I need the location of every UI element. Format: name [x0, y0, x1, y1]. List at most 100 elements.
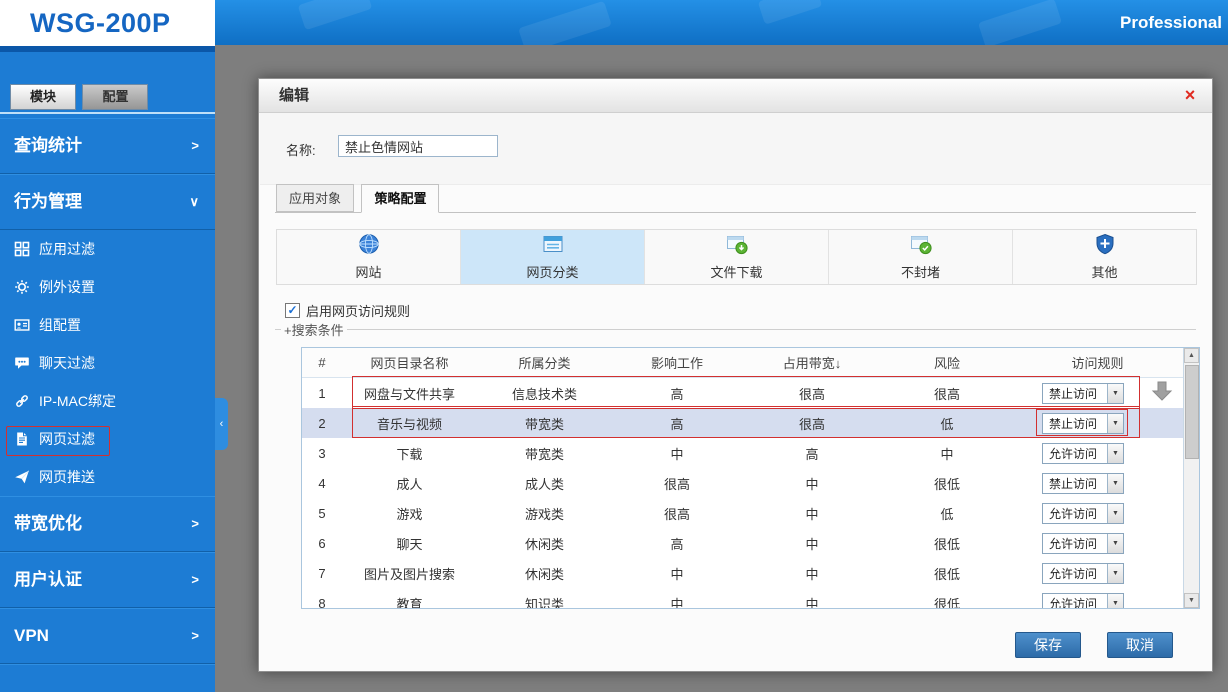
row-num: 5: [302, 506, 342, 521]
sidebar-item-app-filter[interactable]: 应用过滤: [0, 230, 215, 268]
name-input[interactable]: [338, 135, 498, 157]
tab-policy-config[interactable]: 策略配置: [361, 184, 439, 213]
cancel-button[interactable]: 取消: [1107, 632, 1173, 658]
access-rule-value: 禁止访问: [1043, 475, 1107, 492]
sidebar-item-label: 网页过滤: [39, 429, 95, 449]
sidebar-submenu: 应用过滤 例外设置 组配置 聊天过滤 IP-MAC绑定: [0, 230, 215, 496]
row-category: 游戏类: [477, 504, 612, 523]
row-risk: 低: [882, 504, 1012, 523]
chevron-down-icon: ▼: [1107, 534, 1123, 553]
chevron-down-icon: ▼: [1107, 384, 1123, 403]
category-web-class[interactable]: 网页分类: [461, 230, 645, 284]
sidebar-section-bandwidth[interactable]: 带宽优化 >: [0, 496, 215, 552]
category-other[interactable]: 其他: [1013, 230, 1196, 284]
chevron-down-icon: ▼: [1107, 474, 1123, 493]
section-label: 查询统计: [14, 136, 82, 155]
save-button[interactable]: 保存: [1015, 632, 1081, 658]
access-rule-select[interactable]: 允许访问▼: [1042, 563, 1124, 584]
scroll-up-button[interactable]: ▲: [1184, 348, 1199, 363]
sidebar-section-vpn[interactable]: VPN >: [0, 608, 215, 664]
access-rule-select[interactable]: 允许访问▼: [1042, 443, 1124, 464]
sidebar-item-exception-settings[interactable]: 例外设置: [0, 268, 215, 306]
category-table: # 网页目录名称 所属分类 影响工作 占用带宽↓ 风险 访问规则 1 网盘与文件…: [301, 347, 1200, 609]
table-row[interactable]: 1 网盘与文件共享 信息技术类 高 很高 很高 禁止访问▼: [302, 378, 1183, 408]
search-condition-divider: [275, 329, 1196, 330]
name-row: 名称:: [260, 113, 1211, 185]
category-website[interactable]: 网站: [277, 230, 461, 284]
sidebar-tabs: 模块 配置: [10, 84, 150, 110]
enable-rule-row: ✓ 启用网页访问规则: [285, 301, 410, 320]
sidebar-item-web-push[interactable]: 网页推送: [0, 458, 215, 496]
sidebar-item-ip-mac-binding[interactable]: IP-MAC绑定: [0, 382, 215, 420]
edit-dialog: 编辑 × 名称: 应用对象 策略配置 网站 网页分类 文件下载: [258, 78, 1213, 672]
table-row[interactable]: 6 聊天 休闲类 高 中 很低 允许访问▼: [302, 528, 1183, 558]
col-header: 影响工作: [612, 353, 742, 372]
row-bandwidth: 中: [742, 504, 882, 523]
sidebar-section-user-auth[interactable]: 用户认证 >: [0, 552, 215, 608]
sidebar-menu: 查询统计 > 行为管理 ∨ 应用过滤 例外设置 组配置: [0, 118, 215, 687]
table-row[interactable]: 5 游戏 游戏类 很高 中 低 允许访问▼: [302, 498, 1183, 528]
keyboard-decoration: [758, 0, 822, 25]
scrollbar-thumb[interactable]: [1185, 365, 1199, 459]
category-file-download[interactable]: 文件下载: [645, 230, 829, 284]
category-label: 不封堵: [901, 262, 940, 281]
page-icon: [14, 431, 30, 447]
row-risk: 很高: [882, 384, 1012, 403]
access-rule-select[interactable]: 禁止访问▼: [1042, 413, 1124, 434]
row-category: 成人类: [477, 474, 612, 493]
sidebar-item-group-config[interactable]: 组配置: [0, 306, 215, 344]
table-row[interactable]: 4 成人 成人类 很高 中 很低 禁止访问▼: [302, 468, 1183, 498]
access-rule-value: 允许访问: [1043, 445, 1107, 462]
row-risk: 低: [882, 414, 1012, 433]
row-bandwidth: 中: [742, 594, 882, 609]
access-rule-select[interactable]: 禁止访问▼: [1042, 473, 1124, 494]
access-rule-select[interactable]: 禁止访问▼: [1042, 383, 1124, 404]
col-header-sort-bandwidth[interactable]: 占用带宽↓: [742, 353, 882, 372]
sidebar-section-behavior-mgmt[interactable]: 行为管理 ∨: [0, 174, 215, 230]
row-risk: 很低: [882, 534, 1012, 553]
section-label: 行为管理: [14, 192, 82, 211]
table-row[interactable]: 8 教育 知识类 中 中 很低 允许访问▼: [302, 588, 1183, 608]
enable-rule-checkbox[interactable]: ✓: [285, 303, 300, 318]
scroll-down-button[interactable]: ▼: [1184, 593, 1199, 608]
row-risk: 中: [882, 444, 1012, 463]
tab-config[interactable]: 配置: [82, 84, 148, 110]
name-label: 名称:: [286, 140, 316, 159]
row-work: 中: [612, 594, 742, 609]
close-icon[interactable]: ×: [1180, 85, 1200, 105]
search-condition-label[interactable]: +搜索条件: [281, 320, 347, 339]
tab-apply-target[interactable]: 应用对象: [276, 184, 354, 212]
sidebar-collapse-handle[interactable]: ‹: [215, 398, 228, 450]
chevron-right-icon: >: [191, 553, 199, 607]
table-row[interactable]: 7 图片及图片搜索 休闲类 中 中 很低 允许访问▼: [302, 558, 1183, 588]
table-row[interactable]: 2 音乐与视频 带宽类 高 很高 低 禁止访问▼: [302, 408, 1183, 438]
category-label: 文件下载: [710, 262, 762, 281]
sidebar-item-web-filter[interactable]: 网页过滤: [0, 420, 215, 458]
row-num: 8: [302, 596, 342, 609]
web-category-icon: [542, 233, 564, 258]
access-rule-select[interactable]: 允许访问▼: [1042, 593, 1124, 609]
row-bandwidth: 高: [742, 444, 882, 463]
sidebar-item-label: 组配置: [39, 315, 81, 335]
tab-modules[interactable]: 模块: [10, 84, 76, 110]
sidebar-filler: [0, 664, 215, 687]
section-label: 用户认证: [14, 570, 82, 589]
row-category: 带宽类: [477, 444, 612, 463]
category-no-block[interactable]: 不封堵: [829, 230, 1013, 284]
category-bar: 网站 网页分类 文件下载 不封堵 其他: [276, 229, 1197, 285]
sidebar-item-chat-filter[interactable]: 聊天过滤: [0, 344, 215, 382]
sidebar-section-query-stats[interactable]: 查询统计 >: [0, 118, 215, 174]
chevron-down-icon: ∨: [189, 175, 199, 229]
row-category: 休闲类: [477, 534, 612, 553]
gear-icon: [14, 279, 30, 295]
row-name: 图片及图片搜索: [342, 564, 477, 583]
row-work: 中: [612, 564, 742, 583]
category-label: 网站: [355, 262, 381, 281]
move-down-icon[interactable]: [1150, 380, 1174, 402]
access-rule-select[interactable]: 允许访问▼: [1042, 533, 1124, 554]
row-name: 音乐与视频: [342, 414, 477, 433]
row-bandwidth: 中: [742, 534, 882, 553]
row-bandwidth: 很高: [742, 414, 882, 433]
access-rule-select[interactable]: 允许访问▼: [1042, 503, 1124, 524]
table-row[interactable]: 3 下载 带宽类 中 高 中 允许访问▼: [302, 438, 1183, 468]
